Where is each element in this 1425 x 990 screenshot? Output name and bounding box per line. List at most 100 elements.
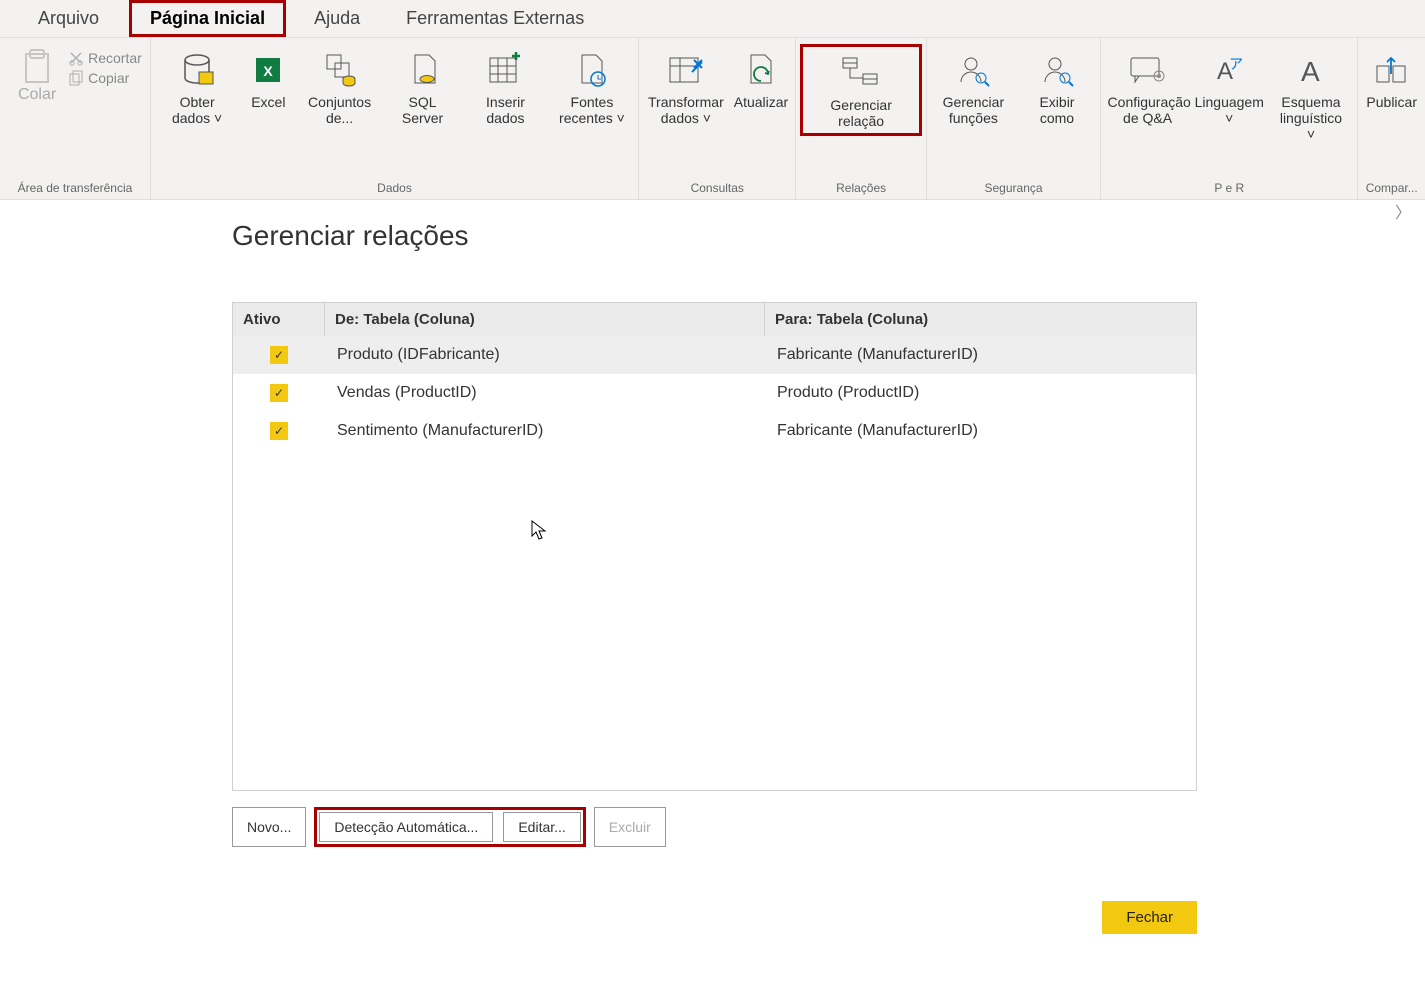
fontes-recentes-button[interactable]: Fontes recentes ˅ [550,44,634,126]
editar-button[interactable]: Editar... [503,812,580,842]
obter-dados-button[interactable]: Obter dados ˅ [155,44,239,126]
paste-label: Colar [18,86,56,104]
config-qa-label: Configuração de Q&A [1108,94,1188,126]
table-row[interactable]: ✓ Vendas (ProductID)Produto (ProductID) [233,374,1196,412]
recent-icon [576,53,608,87]
transformar-label: Transformar dados ˅ [647,94,724,126]
conjuntos-button[interactable]: Conjuntos de... [297,44,381,126]
refresh-icon [745,53,777,87]
table-row[interactable]: ✓Sentimento (ManufacturerID)Fabricante (… [233,412,1196,450]
group-dados-label: Dados [155,179,634,199]
table-row[interactable]: ✓ Produto (IDFabricante)Fabricante (Manuf… [233,336,1196,374]
from-cell: Sentimento (ManufacturerID) [325,414,765,448]
scissors-icon [68,50,84,66]
active-cell: ✓ [233,346,325,364]
language-icon: Aア [1211,55,1247,85]
esquema-ling-button[interactable]: A Esquema linguístico˅ [1269,44,1354,142]
group-seguranca-label: Segurança [931,179,1096,199]
tab-pagina-inicial[interactable]: Página Inicial [129,0,286,37]
header-ativo[interactable]: Ativo [233,303,325,336]
sql-server-button[interactable]: SQL Server [384,44,461,126]
from-cell: Vendas (ProductID) [325,376,765,410]
active-checkbox[interactable]: ✓ [270,422,288,440]
enter-data-icon [488,54,522,86]
publicar-button[interactable]: Publicar [1362,44,1421,110]
group-consultas: Transformar dados ˅ Atualizar Consultas [639,38,796,199]
group-comp-label: Compar... [1362,179,1421,199]
group-dados: Obter dados ˅ X Excel Conjuntos de... SQ… [151,38,639,199]
paste-button[interactable]: Colar [8,44,66,104]
group-clipboard: Colar Recortar Copiar Área de transferên… [0,38,151,199]
group-seguranca: Gerenciar funções Exibir como Segurança [927,38,1101,199]
svg-text:X: X [264,63,274,79]
inserir-label: Inserir dados [467,94,543,126]
obter-dados-label: Obter dados ˅ [159,94,235,126]
group-relacoes: Gerenciar relação Relações [796,38,927,199]
publish-icon [1375,54,1409,86]
ribbon-tabs: Arquivo Página Inicial Ajuda Ferramentas… [0,0,1425,38]
clipboard-icon [20,48,54,86]
manage-relationships-dialog: Gerenciar relações Ativo De: Tabela (Col… [232,220,1226,934]
fontes-label: Fontes recentes ˅ [554,94,630,126]
linguagem-button[interactable]: Aア Linguagem˅ [1192,44,1267,126]
qa-setup-icon [1129,54,1167,86]
gerenciar-relacao-label: Gerenciar relação [823,97,899,129]
table-header: Ativo De: Tabela (Coluna) Para: Tabela (… [233,303,1196,336]
fechar-button[interactable]: Fechar [1102,901,1197,934]
ribbon: Colar Recortar Copiar Área de transferên… [0,38,1425,200]
linguagem-label: Linguagem˅ [1195,94,1264,126]
tab-arquivo[interactable]: Arquivo [30,0,129,37]
header-de[interactable]: De: Tabela (Coluna) [325,303,765,336]
collapse-ribbon-chevron-icon[interactable]: 〉 [1395,199,1411,223]
to-cell: Produto (ProductID) [765,376,1196,410]
copy-icon [68,70,84,86]
svg-text:A: A [1301,56,1320,87]
inserir-dados-button[interactable]: Inserir dados [463,44,547,126]
transform-icon [668,54,704,86]
cut-button[interactable]: Recortar [68,50,142,66]
svg-text:ア: ア [1229,56,1243,72]
excluir-button[interactable]: Excluir [594,807,666,847]
conjuntos-label: Conjuntos de... [301,94,377,126]
tab-ferramentas-externas[interactable]: Ferramentas Externas [388,0,602,37]
transformar-dados-button[interactable]: Transformar dados ˅ [643,44,728,126]
sql-label: SQL Server [388,94,457,126]
copy-button[interactable]: Copiar [68,70,142,86]
exibir-como-label: Exibir como [1022,94,1092,126]
active-checkbox[interactable]: ✓ [270,346,288,364]
excel-button[interactable]: X Excel [241,44,295,110]
highlighted-button-group: Detecção Automática... Editar... [314,807,585,847]
publicar-label: Publicar [1366,94,1417,110]
autodeteccao-button[interactable]: Detecção Automática... [319,812,493,842]
relationships-table: Ativo De: Tabela (Coluna) Para: Tabela (… [232,302,1197,791]
gerenciar-funcoes-button[interactable]: Gerenciar funções [931,44,1016,126]
database-icon [179,52,215,88]
cut-label: Recortar [88,50,142,66]
exibir-como-button[interactable]: Exibir como [1018,44,1096,126]
to-cell: Fabricante (ManufacturerID) [765,338,1196,372]
copy-label: Copiar [88,70,129,86]
gerenciar-relacao-button[interactable]: Gerenciar relação [800,44,922,136]
tab-ajuda[interactable]: Ajuda [286,0,388,37]
active-cell: ✓ [233,422,325,440]
view-as-icon [1041,54,1073,86]
group-per: Configuração de Q&A Aア Linguagem˅ A Esqu… [1101,38,1358,199]
atualizar-button[interactable]: Atualizar [731,44,792,110]
group-relacoes-label: Relações [800,179,922,199]
sql-icon [407,53,439,87]
datasets-icon [323,53,357,87]
active-cell: ✓ [233,384,325,402]
dialog-title: Gerenciar relações [232,220,1226,252]
esquema-label: Esquema linguístico˅ [1273,94,1350,142]
active-checkbox[interactable]: ✓ [270,384,288,402]
header-para[interactable]: Para: Tabela (Coluna) [765,303,1196,336]
excel-label: Excel [251,94,285,110]
manage-relationships-icon [841,56,881,90]
novo-button[interactable]: Novo... [232,807,306,847]
group-consultas-label: Consultas [643,179,791,199]
dialog-button-row: Novo... Detecção Automática... Editar...… [232,807,1226,847]
from-cell: Produto (IDFabricante) [325,338,765,372]
config-qa-button[interactable]: Configuração de Q&A [1105,44,1190,126]
group-per-label: P e R [1105,179,1353,199]
group-clipboard-label: Área de transferência [4,179,146,199]
